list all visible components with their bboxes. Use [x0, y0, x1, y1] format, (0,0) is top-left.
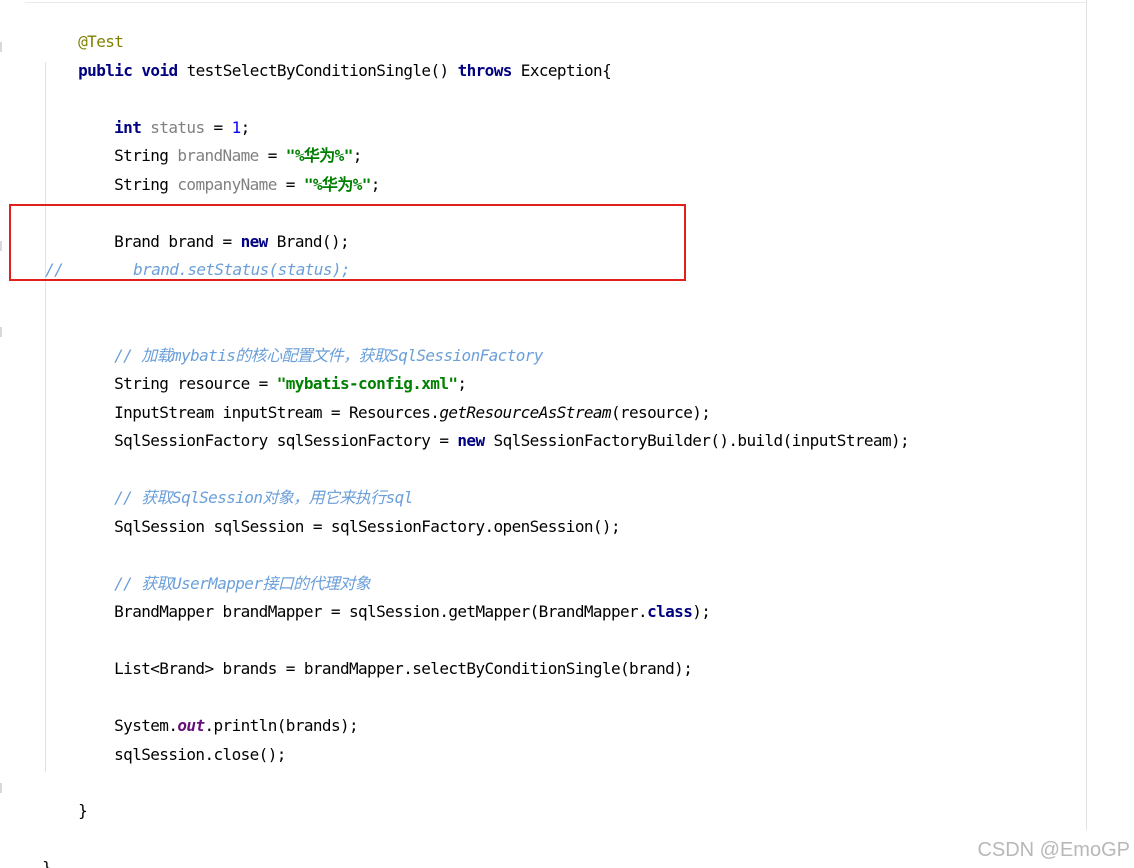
- code-line-resource[interactable]: String resource = "mybatis-config.xml";: [78, 351, 467, 393]
- code-line-comment-mapper[interactable]: // 获取UserMapper接口的代理对象: [78, 551, 371, 593]
- code-line-session[interactable]: SqlSession sqlSession = sqlSessionFactor…: [78, 494, 620, 536]
- code-token: SqlSession sqlSession = sqlSessionFactor…: [114, 517, 620, 536]
- code-line-comment-session[interactable]: // 获取SqlSession对象，用它来执行sql: [78, 465, 413, 507]
- code-line-println[interactable]: System.out.println(brands);: [78, 693, 359, 735]
- code-editor-screenshot: @Test public void testSelectByConditionS…: [0, 0, 1134, 868]
- operator-token: =: [276, 175, 304, 194]
- code-token: sqlSession.close();: [114, 745, 286, 764]
- watermark: CSDN @EmoGP: [977, 839, 1130, 861]
- code-line-mapper[interactable]: BrandMapper brandMapper = sqlSession.get…: [78, 579, 711, 621]
- highlight-box: [9, 204, 686, 281]
- code-line-input-stream[interactable]: InputStream inputStream = Resources.getR…: [78, 380, 711, 422]
- keyword-token: public: [78, 61, 133, 80]
- editor-right-border: [1086, 0, 1087, 830]
- code-line-status[interactable]: int status = 1;: [78, 95, 250, 137]
- code-token: SqlSessionFactoryBuilder().build(inputSt…: [484, 431, 910, 450]
- code-line-factory[interactable]: SqlSessionFactory sqlSessionFactory = ne…: [78, 408, 910, 450]
- variable-token: companyName: [168, 175, 277, 194]
- terminator-token: ;: [370, 175, 381, 194]
- method-name-token: testSelectByConditionSingle(): [177, 61, 458, 80]
- fold-marker[interactable]: [0, 42, 2, 52]
- code-token: List<Brand> brands = brandMapper.selectB…: [114, 659, 693, 678]
- keyword-token: new: [457, 431, 485, 450]
- code-line-brand-name[interactable]: String brandName = "%华为%";: [78, 123, 362, 165]
- brace-token: }: [78, 801, 88, 820]
- type-token: String: [114, 175, 169, 194]
- brace-token: }: [42, 858, 52, 868]
- code-token: );: [692, 602, 711, 621]
- code-token: SqlSessionFactory sqlSessionFactory =: [114, 431, 458, 450]
- fold-marker[interactable]: [0, 241, 2, 251]
- code-line-company-name[interactable]: String companyName = "%华为%";: [78, 152, 380, 194]
- fold-marker[interactable]: [0, 783, 2, 793]
- code-token: BrandMapper brandMapper = sqlSession.get…: [114, 602, 648, 621]
- keyword-token: throws: [457, 61, 513, 80]
- fold-marker[interactable]: [0, 327, 2, 337]
- code-line-comment-load[interactable]: // 加载mybatis的核心配置文件，获取SqlSessionFactory: [78, 323, 543, 365]
- code-line-annotation[interactable]: @Test: [42, 9, 124, 51]
- string-token: "%华为%": [303, 175, 372, 194]
- keyword-token: class: [647, 602, 693, 621]
- code-line-list[interactable]: List<Brand> brands = brandMapper.selectB…: [78, 636, 693, 678]
- code-line-method-signature[interactable]: public void testSelectByConditionSingle(…: [42, 38, 612, 80]
- code-line-class-close[interactable]: }: [6, 835, 52, 868]
- indent-guide: [45, 62, 46, 772]
- keyword-token: void: [141, 61, 178, 80]
- exception-token: Exception{: [511, 61, 612, 80]
- code-line-method-close[interactable]: }: [42, 778, 88, 820]
- editor-top-border: [25, 2, 1087, 3]
- code-line-close[interactable]: sqlSession.close();: [78, 722, 286, 764]
